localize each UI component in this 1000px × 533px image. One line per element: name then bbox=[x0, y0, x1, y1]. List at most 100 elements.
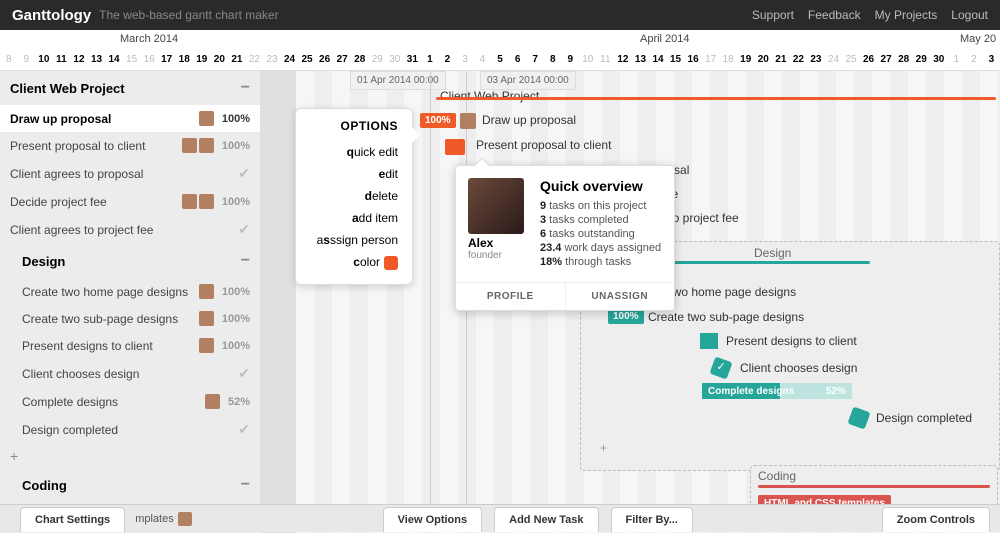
add-task-inline[interactable]: + bbox=[0, 444, 260, 468]
option-edit[interactable]: edit bbox=[310, 163, 398, 185]
group-bar[interactable] bbox=[436, 97, 996, 100]
add-task-icon[interactable]: + bbox=[600, 441, 607, 455]
day-cell: 9 bbox=[562, 50, 580, 70]
option-assign-person[interactable]: asssign person bbox=[310, 229, 398, 251]
task-row[interactable]: Present designs to client 100% bbox=[0, 332, 260, 359]
collapse-icon[interactable]: − bbox=[241, 476, 250, 494]
option-color[interactable]: color bbox=[310, 251, 398, 274]
truncated-task: mplates bbox=[131, 505, 200, 532]
chart-gutter bbox=[260, 71, 296, 533]
task-row[interactable]: Create two sub-page designs 100% bbox=[0, 305, 260, 332]
bar-label: Present proposal to client bbox=[476, 138, 611, 152]
day-cell: 10 bbox=[35, 50, 53, 70]
bar-label: Client chooses design bbox=[740, 361, 857, 375]
collapse-icon[interactable]: − bbox=[241, 252, 250, 270]
day-cell: 23 bbox=[807, 50, 825, 70]
task-label: Design completed bbox=[22, 423, 234, 437]
collapse-icon[interactable]: − bbox=[241, 79, 250, 97]
day-cell: 1 bbox=[948, 50, 966, 70]
day-cell: 15 bbox=[123, 50, 141, 70]
check-icon: ✔ bbox=[238, 221, 250, 238]
days-row: 8910111213141516171819202122232425262728… bbox=[0, 50, 1000, 70]
day-cell: 27 bbox=[333, 50, 351, 70]
profile-button[interactable]: PROFILE bbox=[456, 283, 566, 310]
day-cell: 23 bbox=[263, 50, 281, 70]
task-bar[interactable]: Complete designs 52% bbox=[702, 383, 852, 399]
month-label: May 20 bbox=[960, 33, 996, 45]
bar-label: Design bbox=[754, 246, 791, 260]
day-cell: 30 bbox=[930, 50, 948, 70]
check-icon: ✔ bbox=[238, 421, 250, 438]
task-percent: 52% bbox=[826, 386, 846, 397]
bar-label: Design completed bbox=[876, 411, 972, 425]
day-cell: 16 bbox=[684, 50, 702, 70]
options-title: OPTIONS bbox=[310, 119, 398, 133]
person-photo bbox=[468, 178, 524, 234]
zoom-controls-button[interactable]: Zoom Controls bbox=[882, 507, 990, 532]
nav-logout[interactable]: Logout bbox=[951, 8, 988, 22]
view-options-button[interactable]: View Options bbox=[383, 507, 482, 532]
day-cell: 13 bbox=[88, 50, 106, 70]
day-cell: 7 bbox=[526, 50, 544, 70]
avatar-icon bbox=[182, 194, 197, 209]
task-bar[interactable] bbox=[700, 333, 718, 349]
top-bar: Ganttology The web-based gantt chart mak… bbox=[0, 0, 1000, 30]
task-label: Create two sub-page designs bbox=[22, 312, 199, 326]
brand: Ganttology bbox=[12, 7, 91, 24]
option-delete[interactable]: delete bbox=[310, 185, 398, 207]
day-cell: 2 bbox=[439, 50, 457, 70]
day-cell: 12 bbox=[70, 50, 88, 70]
day-cell: 28 bbox=[895, 50, 913, 70]
task-percent: 100% bbox=[222, 140, 250, 152]
day-cell: 31 bbox=[404, 50, 422, 70]
task-label: Client chooses design bbox=[22, 367, 234, 381]
filter-by-button[interactable]: Filter By... bbox=[611, 507, 693, 532]
option-add-item[interactable]: add item bbox=[310, 207, 398, 229]
bar-label: Draw up proposal bbox=[482, 113, 576, 127]
task-row[interactable]: Design completed ✔ bbox=[0, 415, 260, 444]
chart-settings-button[interactable]: Chart Settings bbox=[20, 507, 125, 532]
add-new-task-button[interactable]: Add New Task bbox=[494, 507, 598, 532]
task-row[interactable]: Create two home page designs 100% bbox=[0, 278, 260, 305]
day-cell: 5 bbox=[491, 50, 509, 70]
task-percent: 100% bbox=[222, 313, 250, 325]
popout-arrow-icon bbox=[412, 127, 420, 143]
day-cell: 17 bbox=[702, 50, 720, 70]
avatar-icon bbox=[199, 284, 214, 299]
group-header-coding[interactable]: Coding − bbox=[0, 468, 260, 502]
group-header-design[interactable]: Design − bbox=[0, 244, 260, 278]
day-cell: 29 bbox=[912, 50, 930, 70]
nav-support[interactable]: Support bbox=[752, 8, 794, 22]
task-label: Complete designs bbox=[22, 395, 205, 409]
group-header-main[interactable]: Client Web Project − bbox=[0, 71, 260, 105]
task-bar[interactable] bbox=[445, 139, 465, 155]
check-icon: ✔ bbox=[238, 165, 250, 182]
task-label: Present proposal to client bbox=[10, 139, 182, 153]
group-bar[interactable] bbox=[758, 485, 990, 488]
task-row[interactable]: Draw up proposal 100% bbox=[0, 105, 260, 132]
nav-my-projects[interactable]: My Projects bbox=[875, 8, 938, 22]
task-row[interactable]: Complete designs 52% bbox=[0, 388, 260, 415]
avatar-icon bbox=[199, 138, 214, 153]
bar-label: Complete designs bbox=[708, 386, 794, 397]
avatar-icon bbox=[199, 194, 214, 209]
task-row[interactable]: Present proposal to client 100% bbox=[0, 132, 260, 159]
task-row[interactable]: Client agrees to project fee ✔ bbox=[0, 215, 260, 244]
check-icon: ✔ bbox=[238, 365, 250, 382]
unassign-button[interactable]: UNASSIGN bbox=[566, 283, 675, 310]
nav-feedback[interactable]: Feedback bbox=[808, 8, 861, 22]
day-cell: 19 bbox=[737, 50, 755, 70]
avatar-icon bbox=[199, 111, 214, 126]
overview-title: Quick overview bbox=[540, 178, 662, 194]
task-row[interactable]: Decide project fee 100% bbox=[0, 188, 260, 215]
option-quick-edit[interactable]: quick edit bbox=[310, 141, 398, 163]
avatar-icon bbox=[199, 311, 214, 326]
day-cell: 6 bbox=[509, 50, 527, 70]
bottom-toolbar: Chart Settings mplates View Options Add … bbox=[0, 504, 1000, 532]
month-label: March 2014 bbox=[120, 33, 178, 45]
task-percent: 100% bbox=[222, 113, 250, 125]
person-role: founder bbox=[468, 250, 534, 261]
task-row[interactable]: Client chooses design ✔ bbox=[0, 359, 260, 388]
task-row[interactable]: Client agrees to proposal ✔ bbox=[0, 159, 260, 188]
stat-line: 9 tasks on this project bbox=[540, 200, 662, 212]
